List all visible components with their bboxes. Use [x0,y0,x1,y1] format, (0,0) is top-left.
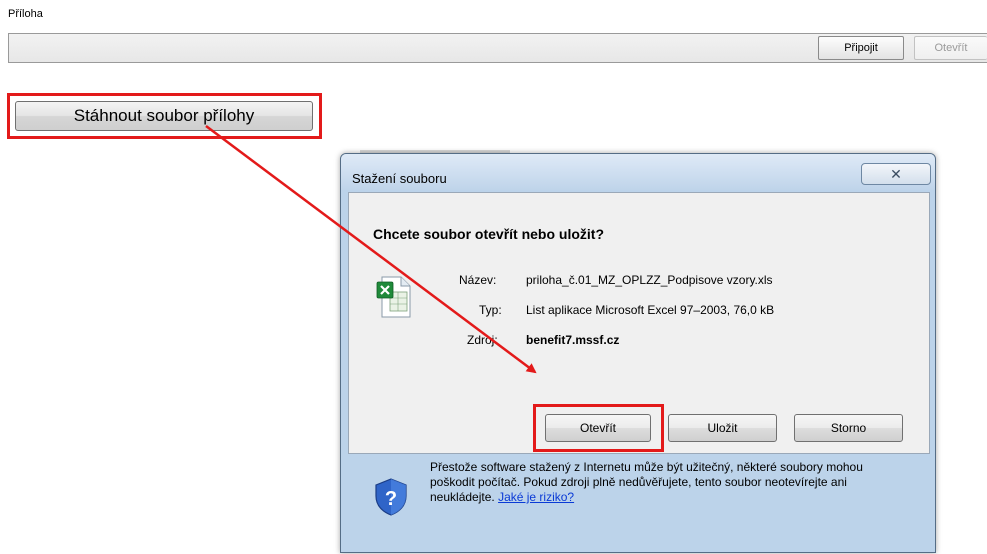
risk-info-link[interactable]: Jaké je riziko? [498,490,574,504]
file-source-value: benefit7.mssf.cz [526,333,620,347]
svg-text:?: ? [385,488,397,510]
warning-text: Přestože software stažený z Internetu mů… [430,460,900,505]
security-warning: ? Přestože software stažený z Internetu … [341,454,937,554]
cancel-button[interactable]: Storno [794,414,903,442]
open-button[interactable]: Otevřít [545,414,651,442]
file-type-value: List aplikace Microsoft Excel 97–2003, 7… [526,303,775,317]
name-label: Název: [459,273,497,287]
excel-file-icon [376,276,411,318]
file-name-value: priloha_č.01_MZ_OPLZZ_Podpisove vzory.xl… [526,273,773,287]
attachment-label: Příloha [8,8,43,20]
dialog-body: Chcete soubor otevřít nebo uložit? Název… [348,192,930,454]
dialog-titlebar: Stažení souboru ✕ [341,154,935,190]
save-button[interactable]: Uložit [668,414,777,442]
dialog-question: Chcete soubor otevřít nebo uložit? [373,226,605,242]
close-icon: ✕ [890,165,902,182]
download-attachment-button[interactable]: Stáhnout soubor přílohy [15,101,313,131]
file-download-dialog: Stažení souboru ✕ Chcete soubor otevřít … [340,153,936,553]
type-label: Typ: [479,303,502,317]
dialog-title: Stažení souboru [352,171,447,186]
warning-message: Přestože software stažený z Internetu mů… [430,460,863,504]
close-button[interactable]: ✕ [861,163,931,185]
open-attachment-button[interactable]: Otevřít [914,36,987,60]
security-shield-icon: ? [375,478,407,516]
attach-button[interactable]: Připojit [818,36,904,60]
source-label: Zdroj: [467,333,498,347]
